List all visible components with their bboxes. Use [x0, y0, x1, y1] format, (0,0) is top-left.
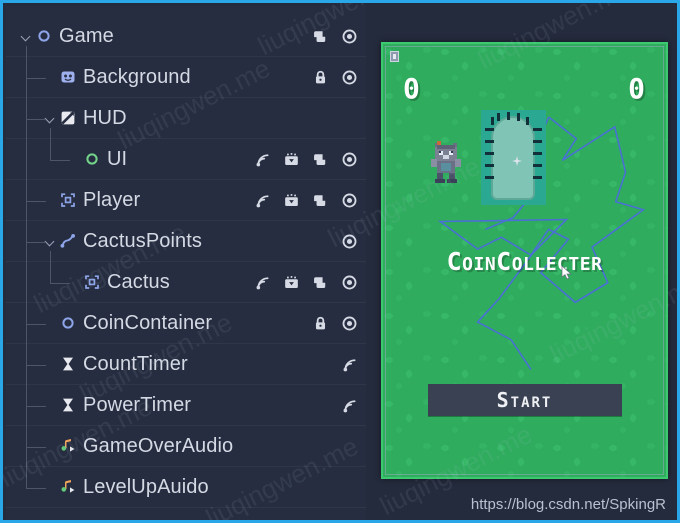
animation-icon[interactable] — [283, 192, 300, 209]
mouse-cursor-icon — [561, 266, 572, 280]
scene-tree-item-game[interactable]: Game — [6, 16, 366, 57]
signal-icon[interactable] — [254, 192, 271, 209]
animation-icon[interactable] — [283, 151, 300, 168]
row-action-group — [312, 57, 358, 97]
scene-tree-item-label: Cactus — [107, 270, 170, 293]
row-action-group — [254, 180, 358, 220]
game-preview-panel: 0 0 CoinCollecter Start https://blog.csd… — [369, 6, 677, 520]
script-icon[interactable] — [312, 274, 329, 291]
visibility-icon[interactable] — [341, 315, 358, 332]
canvaslayer-icon — [58, 108, 78, 128]
scene-tree-item-powertimer[interactable]: PowerTimer — [6, 385, 366, 426]
game-viewport[interactable]: 0 0 CoinCollecter Start — [381, 42, 668, 479]
path-point-handle-icon — [512, 156, 522, 166]
scene-tree-item-counttimer[interactable]: CountTimer — [6, 344, 366, 385]
row-action-group — [341, 344, 358, 384]
tree-connector-line — [50, 127, 51, 160]
visibility-icon[interactable] — [341, 28, 358, 45]
tree-connector-line — [26, 45, 27, 488]
scene-tree-item-cactuspoints[interactable]: CactusPoints — [6, 221, 366, 262]
script-icon[interactable] — [312, 28, 329, 45]
tree-connector-line — [26, 200, 46, 202]
scene-tree-item-label: CactusPoints — [83, 229, 203, 252]
animation-icon[interactable] — [283, 274, 300, 291]
visibility-icon[interactable] — [341, 233, 358, 250]
signal-icon[interactable] — [341, 397, 358, 414]
scene-tree-item-label: Background — [83, 65, 191, 88]
control-icon — [82, 149, 102, 169]
tree-connector-line — [26, 323, 46, 325]
start-button[interactable]: Start — [427, 384, 622, 416]
lock-icon[interactable] — [312, 315, 329, 332]
marker2d-icon — [82, 272, 102, 292]
tree-connector-line — [50, 250, 51, 283]
scene-tree-item-label: LevelUpAuido — [83, 475, 209, 498]
sprite2d-icon — [58, 67, 78, 87]
tree-connector-line — [26, 241, 46, 243]
row-action-group — [254, 262, 358, 302]
visibility-icon[interactable] — [341, 274, 358, 291]
watermark-url: https://blog.csdn.net/SpkingR — [470, 496, 666, 513]
tree-connector-line — [26, 446, 46, 448]
script-icon[interactable] — [312, 192, 329, 209]
score-right: 0 — [628, 72, 646, 105]
scene-tree-item-coincontainer[interactable]: CoinContainer — [6, 303, 366, 344]
scene-tree-item-label: GameOverAudio — [83, 434, 234, 457]
node2d-icon — [34, 26, 54, 46]
tree-connector-line — [26, 364, 46, 366]
tree-connector-line — [50, 159, 70, 161]
timer-icon — [58, 354, 78, 374]
scene-tree-item-player[interactable]: Player — [6, 180, 366, 221]
signal-icon[interactable] — [341, 356, 358, 373]
scene-tree-item-label: PowerTimer — [83, 393, 192, 416]
coin-icon — [390, 51, 399, 62]
signal-icon[interactable] — [254, 274, 271, 291]
lock-icon[interactable] — [312, 69, 329, 86]
visibility-icon[interactable] — [341, 192, 358, 209]
scene-tree-item-background[interactable]: Background — [6, 57, 366, 98]
scene-tree-item-label: Game — [59, 24, 114, 47]
row-action-group — [341, 221, 358, 261]
scene-tree-list[interactable]: Game Background HUD UI Player CactusPoints Cac… — [6, 6, 366, 508]
row-action-group — [254, 139, 358, 179]
scene-tree-item-label: CountTimer — [83, 352, 188, 375]
visibility-icon[interactable] — [341, 69, 358, 86]
row-action-group — [312, 16, 358, 56]
tree-connector-line — [26, 77, 46, 79]
visibility-icon[interactable] — [341, 151, 358, 168]
chevron-down-icon[interactable] — [20, 30, 33, 43]
scene-tree-panel[interactable]: Game Background HUD UI Player CactusPoints Cac… — [6, 6, 366, 520]
scene-tree-item-gameoveraudio[interactable]: GameOverAudio — [6, 426, 366, 467]
audiostream-icon — [58, 436, 78, 456]
timer-icon — [58, 395, 78, 415]
scene-tree-item-label: HUD — [83, 106, 127, 129]
scene-tree-item-levelupauido[interactable]: LevelUpAuido — [6, 467, 366, 508]
signal-icon[interactable] — [254, 151, 271, 168]
tree-connector-line — [26, 118, 46, 120]
script-icon[interactable] — [312, 151, 329, 168]
node2d-icon — [58, 313, 78, 333]
tree-connector-line — [26, 487, 46, 489]
score-left: 0 — [403, 72, 421, 105]
scene-tree-item-label: Player — [83, 188, 141, 211]
row-action-group — [312, 303, 358, 343]
tree-connector-line — [50, 282, 70, 284]
row-action-group — [341, 385, 358, 425]
scene-tree-item-label: CoinContainer — [83, 311, 213, 334]
scene-tree-item-hud[interactable]: HUD — [6, 98, 366, 139]
tree-connector-line — [26, 405, 46, 407]
player-sprite[interactable] — [431, 141, 463, 183]
marker2d-icon — [58, 190, 78, 210]
audiostream-icon — [58, 477, 78, 497]
path2d-icon — [58, 231, 78, 251]
editor-window: Game Background HUD UI Player CactusPoints Cac… — [0, 0, 680, 523]
scene-tree-item-label: UI — [107, 147, 128, 170]
game-title: CoinCollecter — [446, 247, 603, 276]
